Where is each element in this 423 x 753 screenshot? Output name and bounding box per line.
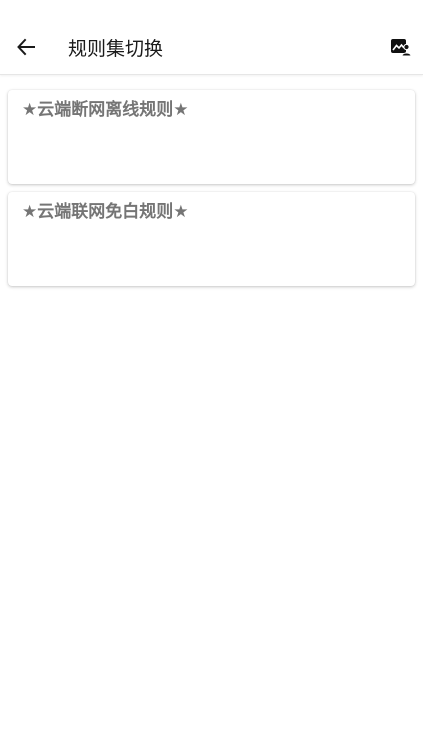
image-person-icon bbox=[390, 37, 412, 61]
rule-card-offline[interactable]: ★云端断网离线规则★ bbox=[8, 90, 415, 184]
rule-card-label: ★云端断网离线规则★ bbox=[22, 100, 189, 120]
switch-image-button[interactable] bbox=[387, 35, 415, 63]
rule-set-list: ★云端断网离线规则★ ★云端联网免白规则★ bbox=[8, 90, 415, 294]
back-button[interactable] bbox=[10, 33, 42, 65]
rule-card-label: ★云端联网免白规则★ bbox=[22, 202, 189, 222]
page-title: 规则集切换 bbox=[68, 38, 164, 60]
arrow-left-icon bbox=[16, 37, 36, 61]
app-bar: 规则集切换 bbox=[0, 0, 423, 75]
screen: 规则集切换 ★云端断网离线规则★ ★云端联网免白规则★ bbox=[0, 0, 423, 753]
rule-card-online[interactable]: ★云端联网免白规则★ bbox=[8, 192, 415, 286]
